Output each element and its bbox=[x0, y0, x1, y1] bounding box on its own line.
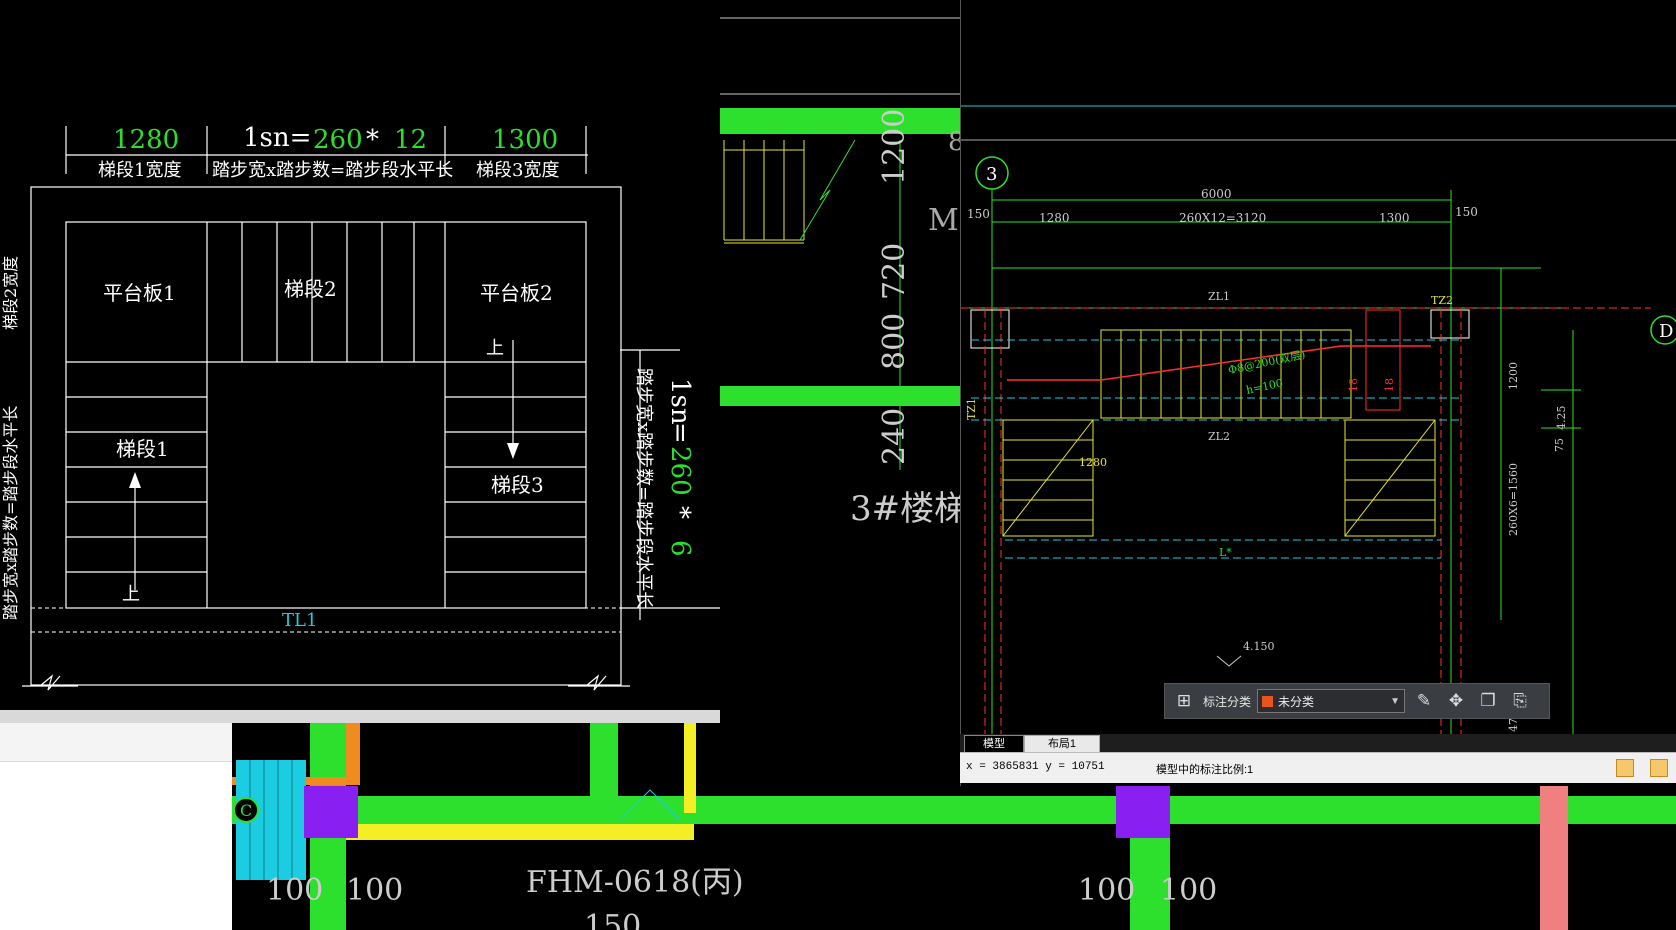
dim-260: 260 bbox=[313, 125, 363, 155]
axis-3: 3 bbox=[986, 164, 997, 185]
side-panel-strip bbox=[0, 723, 232, 930]
dim-800: 800 bbox=[877, 313, 912, 370]
caption-flight3-width: 梯段3宽度 bbox=[476, 160, 559, 181]
label-up2: 上 bbox=[486, 338, 504, 359]
left-caption-top: 梯段2宽度 bbox=[1, 256, 20, 330]
label-flight3: 梯段3 bbox=[491, 473, 544, 497]
cursor-coordinates: x = 3865831 y = 10751 bbox=[966, 761, 1105, 773]
side-1560: 260X6=1560 bbox=[1507, 463, 1520, 536]
stair-title: 3#楼梯 bbox=[850, 489, 968, 529]
status-bar: x = 3865831 y = 10751 模型中的标注比例:1 bbox=[960, 752, 1676, 783]
grid-icon[interactable]: ⊞ bbox=[1171, 688, 1197, 714]
side-1200: 1200 bbox=[1507, 362, 1520, 390]
axis-d: D bbox=[1659, 321, 1673, 342]
label-flight2: 梯段2 bbox=[284, 277, 337, 301]
dim-150: 150 bbox=[584, 909, 641, 930]
caption-step-formula: 踏步宽x踏步数=踏步段水平长 bbox=[212, 160, 453, 181]
label-platform1: 平台板1 bbox=[103, 281, 176, 305]
overall-6000: 6000 bbox=[1201, 187, 1232, 201]
axis-c: C bbox=[240, 801, 252, 820]
seg-150-right: 150 bbox=[1455, 205, 1478, 219]
document-icon[interactable] bbox=[1616, 759, 1634, 777]
seg-1280: 1280 bbox=[1039, 211, 1070, 225]
window-resize-bar[interactable] bbox=[0, 710, 720, 723]
category-selected-value: 未分类 bbox=[1278, 694, 1315, 709]
label-platform2: 平台板2 bbox=[480, 281, 553, 305]
dim-100-b: 100 bbox=[346, 873, 403, 908]
small-1280: 1280 bbox=[1079, 456, 1107, 469]
dim-1280: 1280 bbox=[113, 125, 179, 155]
label-flight1: 梯段1 bbox=[116, 437, 169, 461]
seg-1300: 1300 bbox=[1379, 211, 1410, 225]
beam-zl2: ZL2 bbox=[1208, 430, 1230, 443]
seg-150-left: 150 bbox=[967, 207, 990, 221]
chevron-down-icon: ▼ bbox=[1390, 695, 1401, 707]
label-up1: 上 bbox=[122, 584, 140, 605]
annotation-category-label: 标注分类 bbox=[1203, 694, 1252, 709]
category-color-swatch bbox=[1262, 695, 1274, 707]
beam-tz1: TZ1 bbox=[965, 398, 978, 420]
door-label: FHM-0618(丙) bbox=[526, 865, 744, 900]
small-18-a: 18 bbox=[1347, 378, 1360, 392]
edit-icon[interactable]: ✎ bbox=[1411, 688, 1437, 714]
dim-times: * bbox=[366, 125, 379, 155]
dim-1200: 1200 bbox=[877, 109, 912, 185]
side-75: 75 bbox=[1553, 438, 1566, 452]
left-caption-bottom: 踏步宽x踏步数=踏步段水平长 bbox=[1, 406, 20, 620]
beam-l: L* bbox=[1219, 546, 1232, 559]
rebar-note: Φ8@200(双层) bbox=[1227, 348, 1307, 377]
side-caption: 踏步宽x踏步数=踏步段水平长 bbox=[633, 368, 654, 609]
small-18-b: 18 bbox=[1383, 378, 1396, 392]
side-1sn: 1sn bbox=[665, 378, 695, 425]
thick-note: h=100 bbox=[1245, 376, 1284, 396]
move-icon[interactable]: ✥ bbox=[1443, 688, 1469, 714]
dim-12: 12 bbox=[394, 125, 427, 155]
dim-100-d: 100 bbox=[1160, 873, 1217, 908]
dim-100-a: 100 bbox=[266, 873, 323, 908]
level-4150: 4.150 bbox=[1243, 640, 1275, 653]
export-icon[interactable] bbox=[1650, 759, 1668, 777]
dim-100-c: 100 bbox=[1078, 873, 1135, 908]
dim-720: 720 bbox=[877, 243, 912, 300]
caption-flight1-width: 梯段1宽度 bbox=[98, 160, 181, 181]
side-425: 4.25 bbox=[1555, 406, 1568, 431]
paste-icon[interactable]: ⎘ bbox=[1507, 688, 1533, 714]
copy-icon[interactable]: ❐ bbox=[1475, 688, 1501, 714]
tab-model[interactable]: 模型 bbox=[964, 735, 1024, 753]
layout-tabbar: 模型 布局1 bbox=[960, 734, 1676, 754]
dim-1sn: 1sn= bbox=[243, 123, 311, 153]
side-eq: = bbox=[665, 422, 695, 444]
annotation-toolbar: ⊞ 标注分类 未分类 ▼ ✎ ✥ ❐ ⎘ bbox=[1164, 683, 1550, 719]
stair-diagram-window[interactable]: 1280 1sn= 260 * 12 1300 梯段1宽度 踏步宽x踏步数=踏步… bbox=[0, 0, 720, 723]
beam-zl1: ZL1 bbox=[1208, 290, 1230, 303]
dim-240: 240 bbox=[877, 408, 912, 465]
cad-model-window[interactable]: 3 D 6000 150 1280 260X12=3120 1300 150 Z… bbox=[960, 0, 1676, 786]
beam-tz2: TZ2 bbox=[1431, 294, 1453, 307]
annotation-category-select[interactable]: 未分类 ▼ bbox=[1257, 689, 1406, 713]
annotation-scale-text: 模型中的标注比例:1 bbox=[1156, 764, 1254, 776]
seg-3120: 260X12=3120 bbox=[1179, 211, 1266, 225]
side-times: * bbox=[665, 506, 695, 519]
label-beam-tl1: TL1 bbox=[282, 610, 317, 631]
side-6: 6 bbox=[665, 540, 695, 557]
side-260: 260 bbox=[665, 446, 695, 496]
dim-1300: 1300 bbox=[492, 125, 558, 155]
